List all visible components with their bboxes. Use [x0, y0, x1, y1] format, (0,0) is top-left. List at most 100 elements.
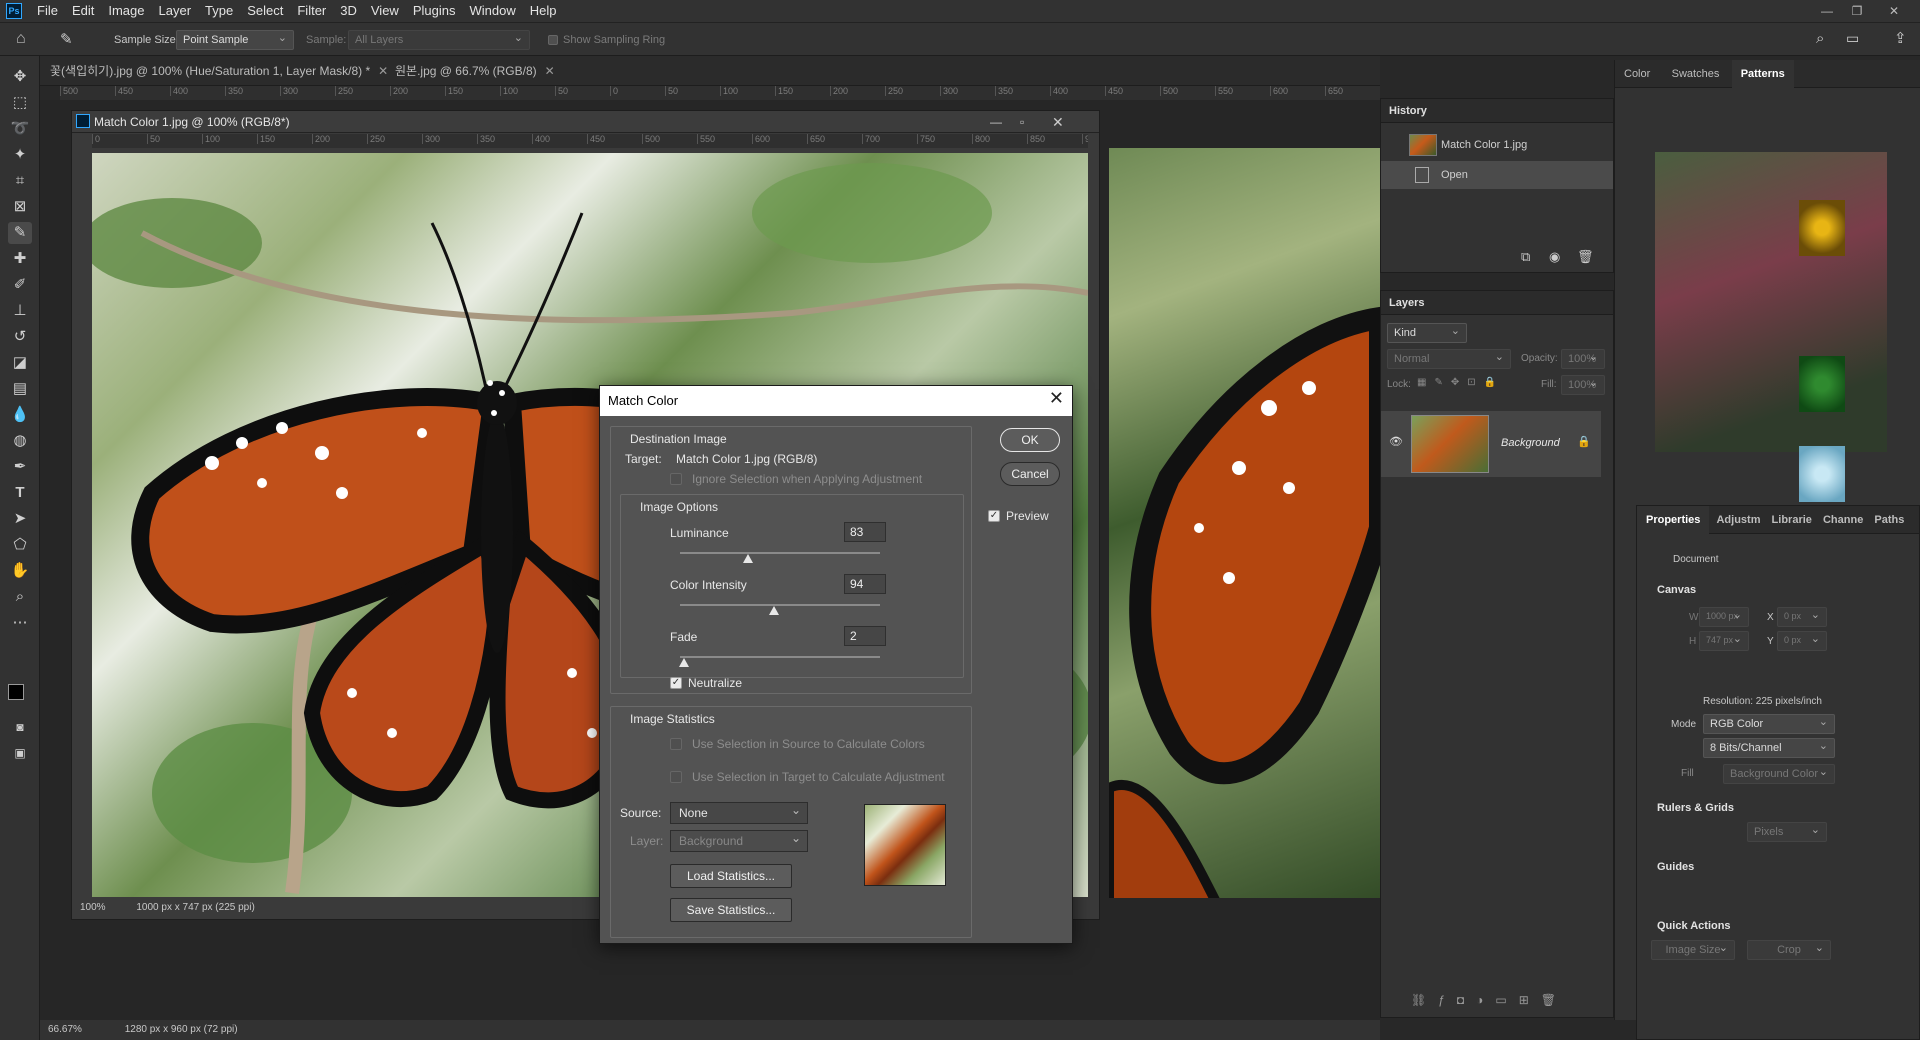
color-intensity-slider-thumb[interactable] [769, 606, 779, 615]
menu-plugins[interactable]: Plugins [406, 0, 463, 22]
stamp-tool-icon[interactable]: ⊥ [8, 300, 32, 322]
eyedropper-icon[interactable]: ✎ [60, 30, 73, 48]
eyedropper-tool-icon[interactable]: ✎ [8, 222, 32, 244]
healing-tool-icon[interactable]: ✚ [8, 248, 32, 270]
dodge-tool-icon[interactable]: ◍ [8, 430, 32, 452]
canvas-section-title[interactable]: Canvas [1657, 584, 1696, 596]
color-intensity-slider-track[interactable] [680, 604, 880, 606]
quick-select-tool-icon[interactable]: ✦ [8, 144, 32, 166]
ignore-selection-checkbox[interactable] [670, 473, 682, 485]
tab-properties[interactable]: Properties [1637, 506, 1710, 534]
tab-channels[interactable]: Channe [1819, 506, 1867, 534]
menu-layer[interactable]: Layer [152, 0, 199, 22]
more-tools-icon[interactable]: ⋯ [8, 612, 32, 634]
restore-icon[interactable]: ❐ [1842, 0, 1872, 22]
rulers-grids-title[interactable]: Rulers & Grids [1657, 802, 1734, 814]
opacity-input[interactable]: 100% [1561, 349, 1605, 369]
camera-icon[interactable]: ◉ [1549, 249, 1560, 265]
frame-tool-icon[interactable]: ⊠ [8, 196, 32, 218]
load-statistics-button[interactable]: Load Statistics... [670, 864, 792, 888]
luminance-slider-track[interactable] [680, 552, 880, 554]
quick-mask-icon[interactable]: ◙ [8, 716, 32, 738]
pen-tool-icon[interactable]: ✒ [8, 456, 32, 478]
crop-tool-icon[interactable]: ⌗ [8, 170, 32, 192]
luminance-input[interactable]: 83 [844, 522, 886, 542]
source-select[interactable]: None [670, 802, 808, 824]
home-icon[interactable]: ⌂ [16, 30, 26, 48]
units-select[interactable]: Pixels [1747, 822, 1827, 842]
zoom-tool-icon[interactable]: ⌕ [8, 586, 32, 608]
menu-filter[interactable]: Filter [290, 0, 333, 22]
foreground-color-swatch[interactable] [8, 684, 24, 700]
lasso-tool-icon[interactable]: ➰ [8, 118, 32, 140]
shape-tool-icon[interactable]: ⬠ [8, 534, 32, 556]
lock-icons[interactable]: ▦✎✥⊡🔒 [1417, 377, 1504, 388]
history-item[interactable]: Open [1381, 161, 1613, 189]
tab-color[interactable]: Color [1615, 60, 1659, 88]
close-icon[interactable]: ✕ [1049, 388, 1064, 409]
fill-select[interactable]: Background Color [1723, 764, 1835, 784]
visibility-eye-icon[interactable]: 👁 [1389, 435, 1403, 448]
tab-original-doc[interactable]: 원본.jpg @ 66.7% (RGB/8) ✕ [385, 56, 565, 86]
workspace-icon[interactable]: ▭ [1846, 30, 1859, 47]
brush-tool-icon[interactable]: ✐ [8, 274, 32, 296]
blend-mode-select[interactable]: Normal [1387, 349, 1511, 369]
quick-actions-title[interactable]: Quick Actions [1657, 920, 1731, 932]
pattern-swatch-yellow[interactable] [1799, 200, 1845, 256]
layers-footer-icons[interactable]: ⛓ƒ◘◑▭⊞🗑 [1411, 993, 1568, 1007]
tab-libraries[interactable]: Librarie [1768, 506, 1816, 534]
sampling-ring-checkbox[interactable] [548, 35, 558, 45]
new-document-from-state-icon[interactable]: ⧉ [1521, 249, 1530, 265]
crop-button[interactable]: Crop [1747, 940, 1831, 960]
menu-image[interactable]: Image [101, 0, 151, 22]
history-item[interactable]: Match Color 1.jpg [1381, 131, 1613, 159]
type-tool-icon[interactable]: T [8, 482, 32, 504]
pattern-swatch-green[interactable] [1799, 356, 1845, 412]
menu-file[interactable]: File [30, 0, 65, 22]
fade-slider-thumb[interactable] [679, 658, 689, 667]
save-statistics-button[interactable]: Save Statistics... [670, 898, 792, 922]
trash-icon[interactable]: 🗑 [1577, 249, 1594, 265]
sample-select[interactable]: All Layers [348, 30, 530, 50]
layer-select[interactable]: Background [670, 830, 808, 852]
width-input[interactable]: 1000 px [1699, 607, 1749, 627]
use-source-selection-checkbox[interactable] [670, 738, 682, 750]
doc-close-icon[interactable]: ✕ [1052, 111, 1064, 133]
tab-flower-doc[interactable]: 꽃(색입히기).jpg @ 100% (Hue/Saturation 1, La… [40, 56, 398, 86]
close-icon[interactable]: ✕ [1872, 0, 1916, 22]
cancel-button[interactable]: Cancel [1000, 462, 1060, 486]
search-icon[interactable]: ⌕ [1816, 30, 1824, 47]
doc-maximize-icon[interactable]: ▫ [1020, 111, 1024, 133]
height-input[interactable]: 747 px [1699, 631, 1749, 651]
guides-title[interactable]: Guides [1657, 861, 1694, 873]
menu-help[interactable]: Help [523, 0, 564, 22]
fill-input[interactable]: 100% [1561, 375, 1605, 395]
marquee-tool-icon[interactable]: ⬚ [8, 92, 32, 114]
move-tool-icon[interactable]: ✥ [8, 66, 32, 88]
menu-select[interactable]: Select [240, 0, 290, 22]
hand-tool-icon[interactable]: ✋ [8, 560, 32, 582]
tab-swatches[interactable]: Swatches [1663, 60, 1729, 88]
pattern-swatch-blue[interactable] [1799, 446, 1845, 502]
layer-filter-select[interactable]: Kind [1387, 323, 1467, 343]
sample-size-select[interactable]: Point Sample [176, 30, 294, 50]
menu-3d[interactable]: 3D [333, 0, 364, 22]
menu-window[interactable]: Window [462, 0, 522, 22]
bit-depth-select[interactable]: 8 Bits/Channel [1703, 738, 1835, 758]
color-intensity-input[interactable]: 94 [844, 574, 886, 594]
mode-select[interactable]: RGB Color [1703, 714, 1835, 734]
ok-button[interactable]: OK [1000, 428, 1060, 452]
blur-tool-icon[interactable]: 💧 [8, 404, 32, 426]
menu-type[interactable]: Type [198, 0, 240, 22]
close-icon[interactable]: ✕ [545, 64, 555, 78]
minimize-icon[interactable]: — [1812, 0, 1842, 22]
path-select-icon[interactable]: ➤ [8, 508, 32, 530]
y-input[interactable]: 0 px [1777, 631, 1827, 651]
eraser-tool-icon[interactable]: ◪ [8, 352, 32, 374]
luminance-slider-thumb[interactable] [743, 554, 753, 563]
layer-row-background[interactable]: 👁 Background 🔒 [1381, 411, 1601, 477]
tab-adjustments[interactable]: Adjustm [1712, 506, 1764, 534]
tab-paths[interactable]: Paths [1870, 506, 1908, 534]
x-input[interactable]: 0 px [1777, 607, 1827, 627]
neutralize-checkbox[interactable]: ✓ [670, 677, 682, 689]
